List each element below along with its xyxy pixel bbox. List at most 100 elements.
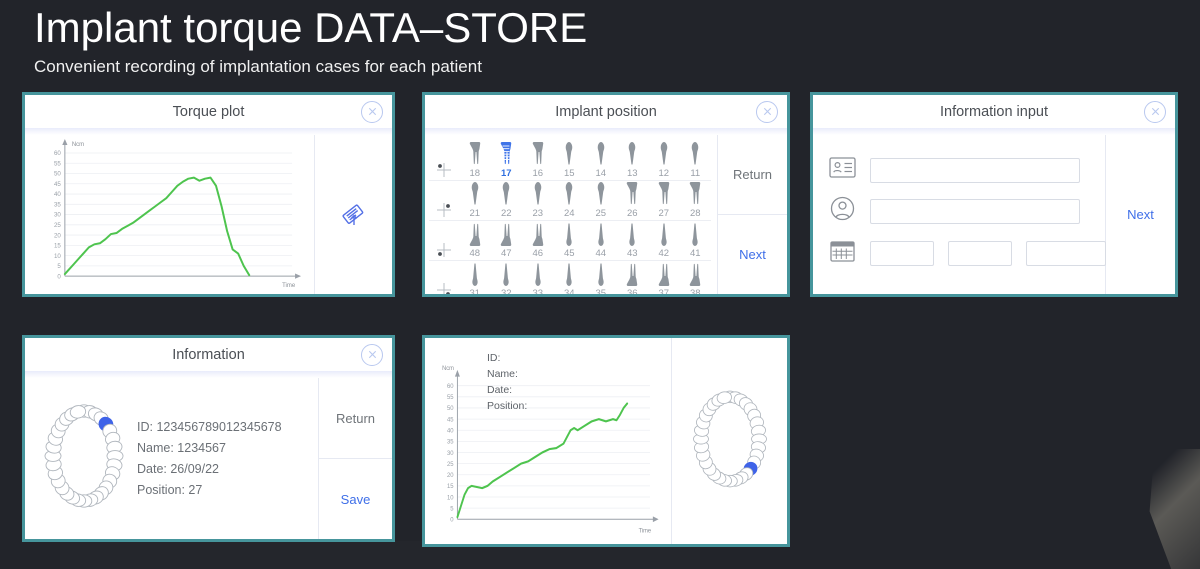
record-label-id: ID: bbox=[487, 352, 501, 364]
tooth-icon bbox=[501, 223, 512, 246]
save-button[interactable]: Save bbox=[319, 458, 392, 539]
tooth-cell-42[interactable]: 42 bbox=[648, 221, 680, 259]
tooth-number-label: 44 bbox=[595, 248, 607, 259]
tooth-cell-28[interactable]: 28 bbox=[680, 181, 712, 219]
information-content: ID: 123456789012345678 Name: 1234567 Dat… bbox=[25, 378, 318, 539]
tooth-number-label: 28 bbox=[689, 208, 701, 219]
tooth-cell-11[interactable]: 11 bbox=[680, 141, 712, 179]
tooth-cell-16[interactable]: 16 bbox=[522, 141, 554, 179]
information-body: ID: 123456789012345678 Name: 1234567 Dat… bbox=[25, 371, 392, 539]
tooth-cell-22[interactable]: 22 bbox=[491, 181, 523, 219]
tooth-icon bbox=[598, 263, 604, 286]
tooth-cell-12[interactable]: 12 bbox=[648, 141, 680, 179]
dental-arch-svg bbox=[44, 404, 124, 508]
tooth-cell-36[interactable]: 36 bbox=[617, 261, 649, 294]
tooth-cell-43[interactable]: 43 bbox=[617, 221, 649, 259]
information-detail-row: ID: 123456789012345678 Name: 1234567 Dat… bbox=[25, 378, 318, 539]
record-arch-area bbox=[672, 338, 787, 544]
tooth-cell-47[interactable]: 47 bbox=[491, 221, 523, 259]
torque-chart-area: 0 5 10 15 20 25 30 35 40 45 50 55 60 Ncm Time bbox=[25, 135, 314, 294]
date-year-field[interactable] bbox=[1026, 241, 1106, 266]
tooth-number-label: 16 bbox=[532, 168, 544, 179]
rotate-save-icon[interactable] bbox=[315, 135, 392, 294]
panel-torque-plot: Torque plot 0 5 10 15 20 25 30 35 40 45 50 55 60 bbox=[22, 92, 395, 297]
quadrant-marker bbox=[429, 201, 459, 219]
quadrant-marker-icon bbox=[437, 203, 451, 217]
tooth-cell-13[interactable]: 13 bbox=[617, 141, 649, 179]
svg-text:30: 30 bbox=[447, 450, 454, 457]
tooth-cell-27[interactable]: 27 bbox=[648, 181, 680, 219]
tooth-cell-33[interactable]: 33 bbox=[522, 261, 554, 297]
tooth-cell-41[interactable]: 41 bbox=[680, 221, 712, 259]
tooth-number-label: 23 bbox=[532, 208, 544, 219]
tooth-icon bbox=[597, 182, 605, 205]
tooth-number-label: 41 bbox=[689, 248, 701, 259]
tooth-cell-23[interactable]: 23 bbox=[522, 181, 554, 219]
tooth-cell-15[interactable]: 15 bbox=[554, 141, 586, 179]
tooth-number-label: 11 bbox=[690, 168, 701, 179]
next-button[interactable]: Next bbox=[718, 214, 787, 294]
tooth-cell-46[interactable]: 46 bbox=[522, 221, 554, 259]
tooth-icon bbox=[690, 263, 701, 286]
tooth-cell-48[interactable]: 48 bbox=[459, 221, 491, 259]
tooth-cell-26[interactable]: 26 bbox=[617, 181, 649, 219]
tooth-icon bbox=[469, 142, 480, 165]
tooth-cell-21[interactable]: 21 bbox=[459, 181, 491, 219]
return-button[interactable]: Return bbox=[718, 135, 787, 214]
tooth-number-label: 32 bbox=[500, 288, 512, 297]
information-header: Information bbox=[25, 338, 392, 378]
information-form-area bbox=[813, 135, 1106, 294]
date-day-field[interactable] bbox=[870, 241, 934, 266]
tooth-cell-31[interactable]: 31 bbox=[459, 261, 491, 297]
calendar-glyph bbox=[830, 241, 855, 262]
date-month-field[interactable] bbox=[948, 241, 1012, 266]
information-input-sidebar: Next bbox=[1105, 135, 1175, 294]
tooth-cell-34[interactable]: 34 bbox=[554, 261, 586, 297]
tooth-cell-17[interactable]: 17 bbox=[491, 141, 523, 179]
next-button[interactable]: Next bbox=[1106, 135, 1175, 294]
tooth-number-label: 38 bbox=[689, 288, 701, 297]
close-x-glyph bbox=[368, 107, 376, 116]
tooth-icon bbox=[502, 182, 510, 205]
svg-text:Ncm: Ncm bbox=[442, 366, 454, 372]
tooth-cell-35[interactable]: 35 bbox=[585, 261, 617, 294]
tooth-number-label: 31 bbox=[469, 288, 481, 297]
svg-text:45: 45 bbox=[54, 181, 61, 188]
tooth-number-label: 17 bbox=[500, 168, 512, 179]
tooth-cell-14[interactable]: 14 bbox=[585, 141, 617, 179]
svg-text:20: 20 bbox=[54, 232, 61, 239]
implant-position-body: 18 17 16 15 14 13 12 11 21 22 23 24 25 26 27 28 48 47 46 45… bbox=[425, 128, 787, 294]
tooth-cell-24[interactable]: 24 bbox=[554, 181, 586, 219]
form-row-date bbox=[829, 239, 1106, 268]
tooth-cell-38[interactable]: 38 bbox=[680, 261, 712, 297]
quadrant-marker bbox=[429, 281, 459, 294]
tooth-cell-25[interactable]: 25 bbox=[585, 181, 617, 219]
tooth-number-label: 34 bbox=[563, 288, 575, 297]
tooth-number-label: 33 bbox=[532, 288, 544, 297]
tooth-number-label: 48 bbox=[469, 248, 481, 259]
information-input-title: Information input bbox=[939, 103, 1048, 120]
tooth-icon bbox=[627, 263, 638, 286]
tooth-cell-45[interactable]: 45 bbox=[554, 221, 586, 259]
tooth-number-label: 47 bbox=[500, 248, 512, 259]
torque-chart-svg: 0 5 10 15 20 25 30 35 40 45 50 55 60 Ncm Time bbox=[54, 138, 302, 289]
tooth-number-label: 18 bbox=[469, 168, 481, 179]
implant-position-header: Implant position bbox=[425, 95, 787, 135]
form-row-name bbox=[829, 196, 1091, 226]
information-form bbox=[813, 135, 1106, 278]
torque-plot-sidebar bbox=[314, 135, 392, 294]
tooth-cell-32[interactable]: 32 bbox=[491, 261, 523, 297]
close-icon[interactable] bbox=[1144, 100, 1166, 123]
tooth-icon bbox=[627, 182, 638, 205]
close-icon[interactable] bbox=[756, 100, 778, 123]
return-button[interactable]: Return bbox=[319, 378, 392, 458]
id-field[interactable] bbox=[870, 157, 1080, 183]
svg-text:35: 35 bbox=[54, 201, 61, 208]
svg-text:30: 30 bbox=[54, 212, 61, 219]
tooth-cell-44[interactable]: 44 bbox=[585, 221, 617, 259]
close-icon[interactable] bbox=[361, 100, 383, 123]
tooth-cell-18[interactable]: 18 bbox=[459, 141, 491, 179]
tooth-cell-37[interactable]: 37 bbox=[648, 261, 680, 294]
name-field[interactable] bbox=[870, 198, 1080, 224]
close-icon[interactable] bbox=[361, 343, 383, 366]
